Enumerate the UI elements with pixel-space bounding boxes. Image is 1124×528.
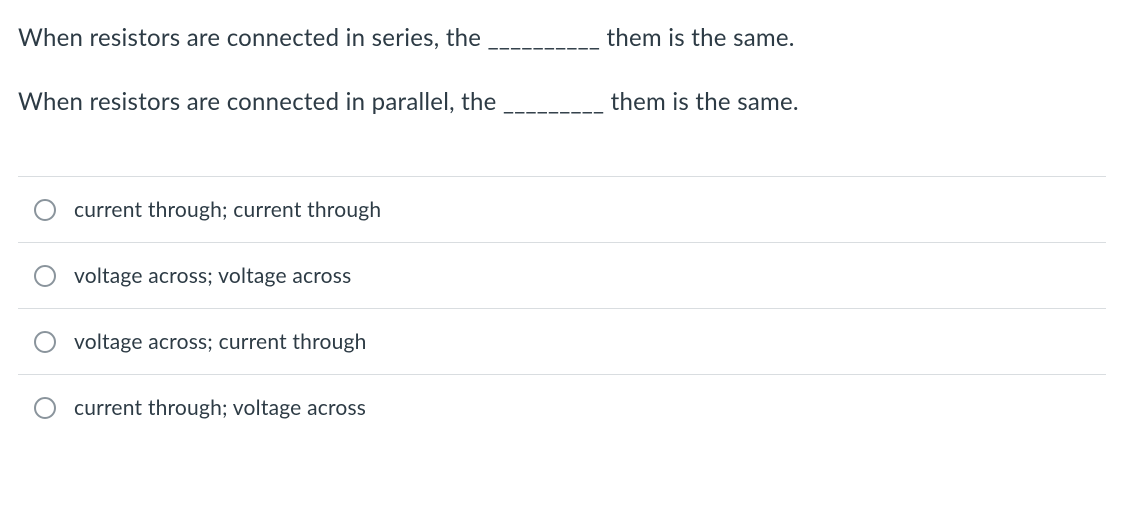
question-line-1: When resistors are connected in series, … [18, 20, 1106, 56]
radio-icon [34, 199, 56, 221]
option-label: current through; current through [74, 197, 381, 222]
question-block: When resistors are connected in series, … [18, 20, 1106, 120]
radio-icon [34, 397, 56, 419]
option-3[interactable]: voltage across; current through [18, 308, 1106, 374]
option-4[interactable]: current through; voltage across [18, 374, 1106, 440]
options-list: current through; current through voltage… [18, 176, 1106, 440]
option-2[interactable]: voltage across; voltage across [18, 242, 1106, 308]
radio-icon [34, 265, 56, 287]
option-label: current through; voltage across [74, 395, 366, 420]
question-line-2: When resistors are connected in parallel… [18, 84, 1106, 120]
option-label: voltage across; current through [74, 329, 367, 354]
radio-icon [34, 331, 56, 353]
option-1[interactable]: current through; current through [18, 176, 1106, 242]
option-label: voltage across; voltage across [74, 263, 351, 288]
